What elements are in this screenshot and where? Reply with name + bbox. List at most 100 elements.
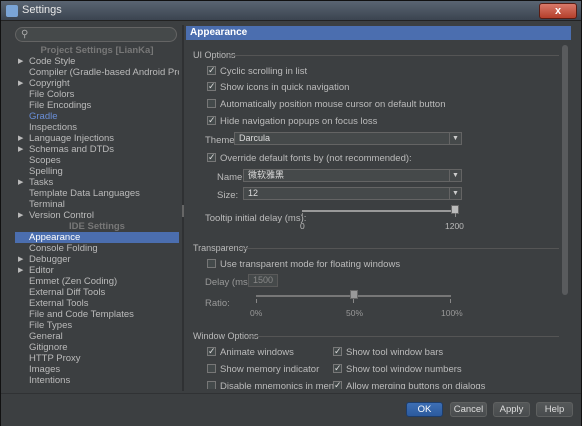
expand-arrow-icon[interactable]: ▶ — [18, 144, 23, 155]
tooltip-delay-track[interactable] — [302, 210, 457, 212]
apply-button[interactable]: Apply — [493, 402, 530, 417]
vertical-scrollbar[interactable] — [562, 45, 568, 295]
sidebar-item-label: Copyright — [29, 78, 70, 89]
splitter-grip[interactable] — [182, 205, 184, 217]
ratio-slider[interactable] — [349, 290, 358, 299]
tooltip-min-label: 0 — [300, 221, 305, 231]
sidebar-item-images[interactable]: Images — [15, 364, 179, 375]
sidebar-item-copyright[interactable]: ▶ Copyright — [15, 78, 179, 89]
checkbox-icon: ✓ — [207, 114, 216, 125]
sidebar-item-emmet-zen-coding[interactable]: Emmet (Zen Coding) — [15, 276, 179, 287]
sidebar-item-label: Spelling — [29, 166, 63, 177]
sidebar-item-http-proxy[interactable]: HTTP Proxy — [15, 353, 179, 364]
sidebar-item-appearance[interactable]: Appearance — [15, 232, 179, 243]
checkbox-icon — [207, 98, 216, 108]
sidebar-item-label: Tasks — [29, 177, 54, 188]
sidebar-item-label: Gradle — [29, 111, 58, 122]
expand-arrow-icon[interactable]: ▶ — [18, 265, 23, 276]
sidebar-item-label: External Tools — [29, 298, 89, 309]
settings-tree: Project Settings [LianKa] ▶ Code Style Com… — [15, 45, 179, 389]
sidebar-item-label: Template Data Languages — [29, 188, 140, 199]
checkbox-icon: ✓ — [333, 362, 342, 373]
show-tool-numbers-checkbox[interactable]: ✓ Show tool window numbers — [333, 362, 462, 375]
sidebar-item-file-colors[interactable]: File Colors — [15, 89, 179, 100]
settings-window: Settings x ⚲ Project Settings [LianKa] ▶… — [0, 0, 582, 426]
sidebar-item-label: Emmet (Zen Coding) — [29, 276, 118, 287]
override-fonts-checkbox[interactable]: ✓ Override default fonts by (not recommen… — [207, 151, 412, 164]
transparent-mode-checkbox[interactable]: Use transparent mode for floating window… — [207, 258, 400, 270]
checkbox-icon — [207, 380, 216, 389]
divider — [239, 248, 559, 249]
expand-arrow-icon[interactable]: ▶ — [18, 78, 23, 89]
sidebar-item-schemas-and-dtds[interactable]: ▶ Schemas and DTDs — [15, 144, 179, 155]
expand-arrow-icon[interactable]: ▶ — [18, 210, 23, 221]
checkbox-icon — [207, 363, 216, 373]
ide-settings-header: IDE Settings — [69, 221, 125, 232]
sidebar-item-compiler-gradle-based-android-proje[interactable]: Compiler (Gradle-based Android Proje... — [15, 67, 179, 78]
sidebar-item-label: Intentions — [29, 375, 71, 386]
delay-input[interactable]: 1500 — [248, 274, 278, 287]
sidebar-item-general[interactable]: General — [15, 331, 179, 342]
tooltip-delay-label: Tooltip initial delay (ms): — [205, 213, 307, 224]
sidebar-item-console-folding[interactable]: Console Folding — [15, 243, 179, 254]
expand-arrow-icon[interactable]: ▶ — [18, 177, 23, 188]
sidebar-item-tasks[interactable]: ▶ Tasks — [15, 177, 179, 188]
search-input[interactable]: ⚲ — [15, 27, 177, 42]
sidebar-item-label: Schemas and DTDs — [29, 144, 115, 155]
auto-position-checkbox[interactable]: Automatically position mouse cursor on d… — [207, 98, 446, 110]
sidebar-item-terminal[interactable]: Terminal — [15, 199, 179, 210]
font-size-select[interactable]: 12 ▼ — [243, 187, 462, 200]
close-button[interactable]: x — [539, 3, 577, 19]
sidebar-item-intentions[interactable]: Intentions — [15, 375, 179, 386]
sidebar-item-label: Gitignore — [29, 342, 68, 353]
expand-arrow-icon[interactable]: ▶ — [18, 133, 23, 144]
cyclic-scrolling-checkbox[interactable]: ✓ Cyclic scrolling in list — [207, 64, 307, 77]
expand-arrow-icon[interactable]: ▶ — [18, 56, 23, 67]
checkbox-icon: ✓ — [207, 64, 216, 75]
sidebar-item-scopes[interactable]: Scopes — [15, 155, 179, 166]
sidebar-item-label: Code Style — [29, 56, 76, 67]
ok-button[interactable]: OK — [406, 402, 443, 417]
animate-windows-checkbox[interactable]: ✓ Animate windows — [207, 346, 294, 358]
sidebar-item-label: Scopes — [29, 155, 61, 166]
sidebar-item-editor[interactable]: ▶ Editor — [15, 265, 179, 276]
sidebar-item-gradle[interactable]: Gradle — [15, 111, 179, 122]
tick — [450, 299, 451, 303]
hide-nav-popups-checkbox[interactable]: ✓ Hide navigation popups on focus loss — [207, 114, 377, 127]
sidebar-item-language-injections[interactable]: ▶ Language Injections — [15, 133, 179, 144]
sidebar-item-code-style[interactable]: ▶ Code Style — [15, 56, 179, 67]
sidebar-item-label: File Types — [29, 320, 73, 331]
theme-select[interactable]: Darcula ▼ — [234, 132, 462, 145]
sidebar-item-label: Appearance — [29, 232, 81, 243]
show-memory-checkbox[interactable]: Show memory indicator — [207, 363, 319, 375]
chevron-down-icon: ▼ — [449, 133, 461, 144]
sidebar-item-version-control[interactable]: ▶ Version Control — [15, 210, 179, 221]
splitter[interactable] — [182, 25, 184, 391]
tooltip-max-label: 1200 — [445, 221, 464, 231]
disable-mnemonics-checkbox[interactable]: Disable mnemonics in menu — [207, 380, 339, 389]
checkbox-icon: ✓ — [207, 151, 216, 162]
sidebar-item-debugger[interactable]: ▶ Debugger — [15, 254, 179, 265]
expand-arrow-icon[interactable]: ▶ — [18, 254, 23, 265]
sidebar-item-label: File Encodings — [29, 100, 92, 111]
show-icons-checkbox[interactable]: ✓ Show icons in quick navigation — [207, 81, 349, 93]
sidebar-item-template-data-languages[interactable]: Template Data Languages — [15, 188, 179, 199]
allow-merging-checkbox[interactable]: ✓ Allow merging buttons on dialogs — [333, 380, 485, 389]
sidebar-item-external-tools[interactable]: External Tools — [15, 298, 179, 309]
help-button[interactable]: Help — [536, 402, 573, 417]
sidebar-item-spelling[interactable]: Spelling — [15, 166, 179, 177]
tick — [353, 299, 354, 303]
show-tool-bars-checkbox[interactable]: ✓ Show tool window bars — [333, 346, 443, 358]
font-name-select[interactable]: 微软雅黑 ▼ — [243, 169, 462, 182]
sidebar-item-external-diff-tools[interactable]: External Diff Tools — [15, 287, 179, 298]
font-name-label: Name: — [217, 172, 245, 183]
theme-label: Theme: — [205, 135, 238, 146]
sidebar-item-label: File Colors — [29, 89, 75, 100]
cancel-button[interactable]: Cancel — [450, 402, 487, 417]
sidebar-item-file-types[interactable]: File Types — [15, 320, 179, 331]
sidebar-item-gitignore[interactable]: Gitignore — [15, 342, 179, 353]
sidebar-item-file-encodings[interactable]: File Encodings — [15, 100, 179, 111]
sidebar-item-inspections[interactable]: Inspections — [15, 122, 179, 133]
ratio-label: Ratio: — [205, 298, 230, 309]
sidebar-item-file-and-code-templates[interactable]: File and Code Templates — [15, 309, 179, 320]
